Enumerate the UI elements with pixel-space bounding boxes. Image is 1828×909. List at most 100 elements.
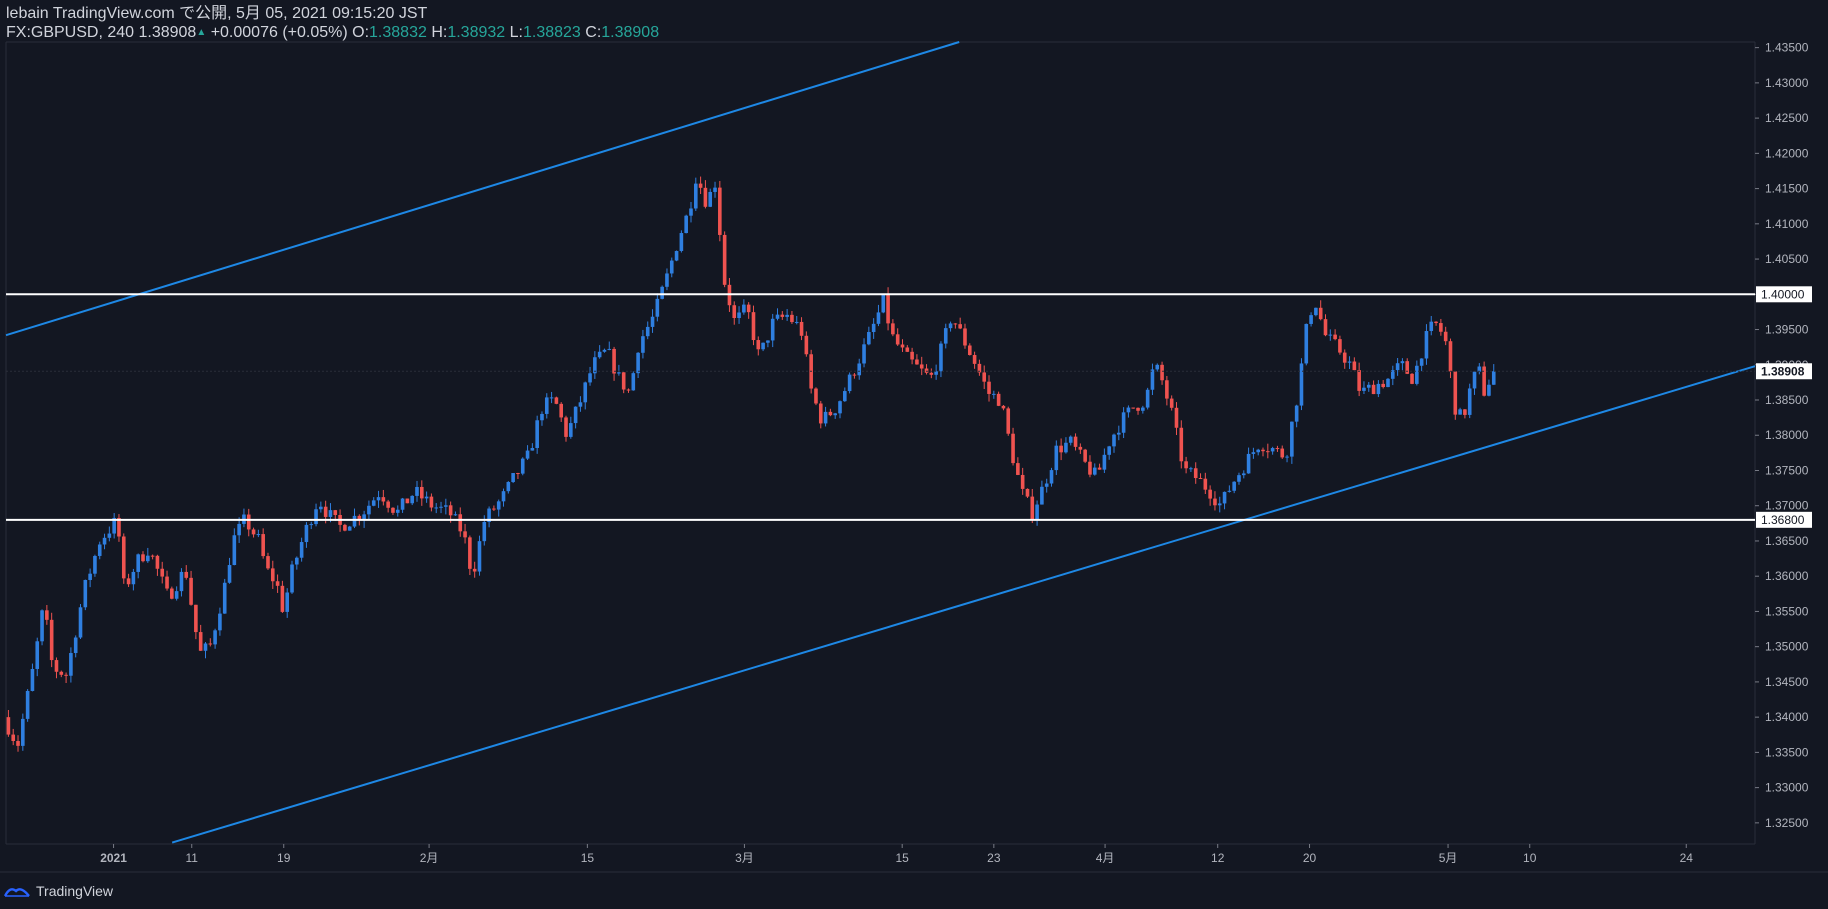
candle-body (766, 340, 770, 343)
candle-body (857, 363, 862, 376)
candle-body (1357, 370, 1361, 391)
candle-body (400, 498, 405, 510)
footer-brand[interactable]: TradingView (4, 880, 113, 902)
candle-body (97, 544, 102, 556)
candle-body (1467, 388, 1472, 415)
candle-body (1463, 409, 1467, 415)
candle-body (708, 191, 713, 207)
candle-body (256, 534, 261, 536)
candle-body (371, 500, 376, 506)
candle-body (1362, 387, 1366, 391)
candle-body (160, 568, 165, 577)
candle-body (6, 717, 11, 735)
candle-body (189, 577, 193, 605)
candle-body (588, 373, 592, 383)
candle-body (1064, 442, 1068, 453)
candle-body (1304, 323, 1309, 364)
candle-body (266, 556, 270, 569)
price-tick-label: 1.35000 (1765, 640, 1809, 654)
time-axis[interactable]: 2021 11 19 2月 15 3月 15 23 4月 12 20 5月 10 24 (100, 844, 1693, 865)
candle-body (1198, 478, 1203, 480)
time-tick-label: 20 (1303, 851, 1317, 865)
candle-body (1217, 503, 1222, 506)
candle-body (569, 423, 573, 437)
candle-body (391, 507, 395, 513)
price-axis[interactable]: 1.43500 1.43000 1.42500 1.42000 1.41500 1.410… (1755, 41, 1812, 830)
candle-body (1410, 373, 1414, 384)
price-tick-label: 1.37000 (1765, 499, 1809, 513)
candle-body (511, 473, 515, 483)
candle-body (49, 619, 54, 661)
candle-body (886, 293, 890, 324)
price-chart[interactable]: 1.43500 1.43000 1.42500 1.42000 1.41500 1.410… (0, 0, 1828, 909)
candle-body (1342, 352, 1347, 363)
candle-body (1256, 449, 1261, 453)
candle-body (347, 526, 352, 531)
candle-body (107, 533, 112, 538)
candle-body (1179, 427, 1184, 462)
candle-body (25, 690, 30, 719)
candle-body (756, 340, 761, 350)
candle-body (458, 514, 463, 532)
brand-name: TradingView (36, 883, 114, 899)
candle-body (1049, 470, 1054, 484)
candle-body (559, 403, 564, 418)
candle-body (1285, 456, 1289, 458)
candle-body (1044, 483, 1049, 487)
candle-body (1150, 369, 1155, 390)
candle-body (424, 496, 429, 499)
candle-body (419, 486, 424, 499)
candle-body (1424, 331, 1429, 359)
price-tick-label: 1.43000 (1765, 76, 1809, 90)
candle-body (501, 491, 506, 502)
last-price-label-text: 1.38908 (1761, 364, 1805, 378)
time-tick-label: 23 (987, 851, 1001, 865)
candle-body (1381, 383, 1385, 388)
candle-body (198, 632, 203, 651)
candle-body (11, 734, 16, 742)
candle-body (818, 403, 823, 424)
candle-body (838, 401, 842, 414)
price-tick-label: 1.33500 (1765, 745, 1809, 759)
candle-body (924, 368, 929, 373)
candle-body (146, 555, 150, 562)
candle-body (871, 323, 876, 333)
candle-body (693, 183, 698, 209)
candle-body (1117, 432, 1121, 435)
candle-body (867, 332, 871, 345)
candle-body (35, 641, 40, 669)
candle-body (1092, 467, 1097, 475)
candle-body (549, 397, 554, 399)
candle-body (174, 591, 179, 599)
time-tick-label: 12 (1211, 851, 1225, 865)
candle-body (472, 568, 477, 572)
candle-body (477, 541, 482, 572)
candle-body (645, 326, 650, 337)
candle-body (516, 473, 520, 475)
candle-body (1405, 361, 1410, 374)
candle-body (1001, 405, 1006, 409)
candle-body (376, 497, 381, 501)
candle-body (194, 604, 198, 633)
candle-body (621, 372, 626, 390)
candle-body (482, 521, 487, 542)
candle-body (280, 585, 285, 612)
price-tick-label: 1.42000 (1765, 146, 1809, 160)
candle-body (1025, 488, 1030, 497)
time-tick-label: 24 (1680, 851, 1694, 865)
candle-body (1448, 341, 1453, 372)
candle-body (881, 293, 886, 313)
candle-body (987, 381, 991, 394)
candle-body (943, 328, 948, 344)
candle-body (1169, 398, 1174, 408)
candle-body (847, 374, 852, 392)
price-tick-label: 1.41000 (1765, 217, 1809, 231)
candle-body (573, 406, 578, 424)
drawings-layer[interactable] (5, 41, 1756, 844)
candle-body (1121, 412, 1126, 433)
time-tick-label: 3月 (735, 851, 754, 865)
channel-upper-line (5, 41, 960, 337)
candle-body (1131, 407, 1136, 409)
candle-body (939, 343, 943, 372)
candle-body (1294, 405, 1299, 422)
